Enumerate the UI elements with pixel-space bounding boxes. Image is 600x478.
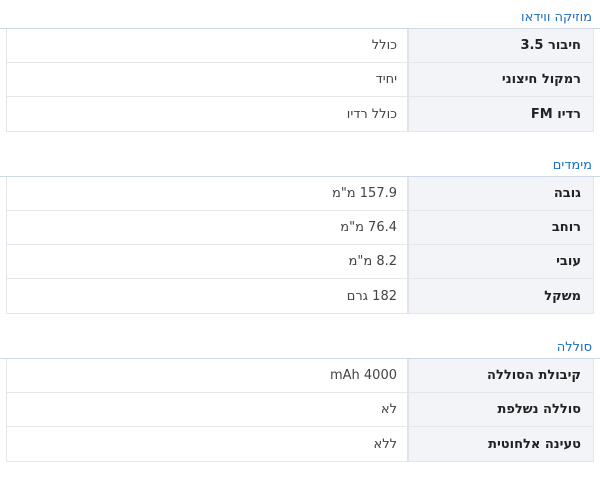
spec-value: כולל — [7, 29, 407, 62]
spec-table: גובה 157.9 מ"מ רוחב 76.4 מ"מ עובי 8.2 מ"… — [6, 177, 594, 314]
spec-label: רדיו FM — [407, 97, 593, 131]
spec-label: סוללה נשלפת — [407, 393, 593, 426]
spec-label: רמקול חיצוני — [407, 63, 593, 96]
spec-row: רדיו FM כולל רדיו — [7, 97, 593, 131]
spec-value: 8.2 מ"מ — [7, 245, 407, 278]
section-title: מימדים — [0, 156, 600, 177]
spec-row: קיבולת הסוללה 4000 mAh — [7, 359, 593, 393]
spec-row: חיבור 3.5 כולל — [7, 29, 593, 63]
spec-value: 4000 mAh — [7, 359, 407, 392]
spec-row: משקל 182 גרם — [7, 279, 593, 313]
spec-row: סוללה נשלפת לא — [7, 393, 593, 427]
spec-value: יחיד — [7, 63, 407, 96]
spec-page: מוזיקה ווידאו חיבור 3.5 כולל רמקול חיצונ… — [0, 0, 600, 478]
spec-value: 157.9 מ"מ — [7, 177, 407, 210]
spec-value: כולל רדיו — [7, 97, 407, 131]
spec-value: 182 גרם — [7, 279, 407, 313]
spec-label: עובי — [407, 245, 593, 278]
spec-label: משקל — [407, 279, 593, 313]
spec-table: חיבור 3.5 כולל רמקול חיצוני יחיד רדיו FM… — [6, 29, 594, 132]
spec-label: חיבור 3.5 — [407, 29, 593, 62]
spec-row: עובי 8.2 מ"מ — [7, 245, 593, 279]
section-dimensions: מימדים גובה 157.9 מ"מ רוחב 76.4 מ"מ עובי… — [0, 156, 600, 314]
section-title: סוללה — [0, 338, 600, 359]
spec-label: קיבולת הסוללה — [407, 359, 593, 392]
spec-row: גובה 157.9 מ"מ — [7, 177, 593, 211]
spec-value: לא — [7, 393, 407, 426]
spec-row: רוחב 76.4 מ"מ — [7, 211, 593, 245]
section-title: מוזיקה ווידאו — [0, 8, 600, 29]
spec-label: רוחב — [407, 211, 593, 244]
spec-label: גובה — [407, 177, 593, 210]
spec-label: טעינה אלחוטית — [407, 427, 593, 461]
spec-table: קיבולת הסוללה 4000 mAh סוללה נשלפת לא טע… — [6, 359, 594, 462]
section-battery: סוללה קיבולת הסוללה 4000 mAh סוללה נשלפת… — [0, 338, 600, 462]
section-music-video: מוזיקה ווידאו חיבור 3.5 כולל רמקול חיצונ… — [0, 8, 600, 132]
spec-row: טעינה אלחוטית ללא — [7, 427, 593, 461]
spec-value: 76.4 מ"מ — [7, 211, 407, 244]
spec-value: ללא — [7, 427, 407, 461]
spec-row: רמקול חיצוני יחיד — [7, 63, 593, 97]
